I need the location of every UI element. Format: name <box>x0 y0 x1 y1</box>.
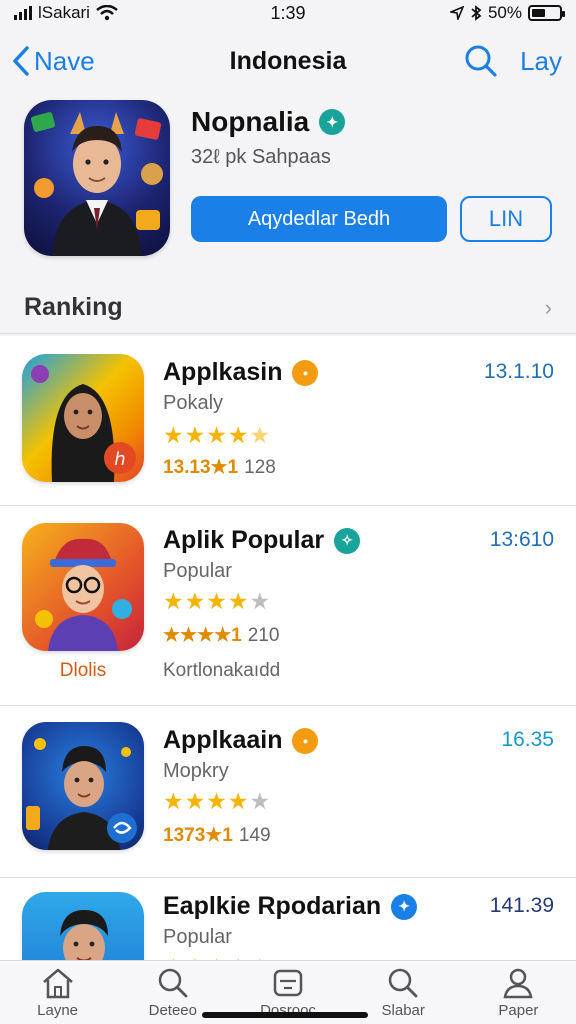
app-icon <box>22 523 144 651</box>
star-icon: ★ <box>249 588 271 614</box>
app-title: Aplik Popular <box>163 526 325 554</box>
search-icon <box>388 968 418 998</box>
bluetooth-icon <box>471 5 482 21</box>
nav-right-button[interactable]: Lay <box>520 46 562 77</box>
nav-bar: Nave Indonesia Lay <box>0 30 576 92</box>
tab-home[interactable]: Layne <box>0 961 115 1024</box>
status-bar: lSakari 1:39 50% <box>0 0 576 26</box>
star-icon: ★ <box>227 588 249 614</box>
star-icon: ★ <box>227 788 249 814</box>
app-title: Eaplkie Rpodarian <box>163 892 382 920</box>
featured-app-icon[interactable] <box>24 100 170 256</box>
star-icon: ★ <box>163 588 184 614</box>
list-item[interactable]: ℎ Applkasin • Pokaly ★ ★ ★ ★ ★ 13.13★1 128 1… <box>0 336 576 506</box>
star-icon: ★ <box>206 588 227 614</box>
app-title: Applkaain <box>163 726 283 754</box>
featured-app-name: Nopnalia ✦ <box>191 106 346 138</box>
app-name: Eaplkie Rpodarian ✦ <box>163 892 418 921</box>
rating-summary: 1373★1 149 <box>163 824 271 847</box>
star-icon: ★ <box>184 422 206 448</box>
rating-score: 1373★1 <box>163 825 233 846</box>
tab-label: Paper <box>498 1002 539 1019</box>
carrier-label: lSakari <box>38 3 90 22</box>
signal-icon <box>14 6 32 20</box>
list-item[interactable]: Dlolis Aplik Popular ✧ Popular ★ ★ ★ ★ ★ ★★★… <box>0 506 576 706</box>
star-icon: ★ <box>163 788 184 814</box>
star-rating: ★★★★★ <box>163 590 270 613</box>
app-price[interactable]: 13.1.10 <box>484 360 554 384</box>
app-title: Applkasin <box>163 358 283 386</box>
app-category: Popular <box>163 926 232 948</box>
back-button[interactable]: Nave <box>12 46 95 77</box>
tab-label: Layne <box>37 1002 79 1019</box>
rating-score: 13.13★1 <box>163 457 239 478</box>
star-icon: ★ <box>227 422 249 448</box>
badge-icon: ✧ <box>334 527 361 554</box>
app-category: Mopkry <box>163 760 229 782</box>
tab-label: Deteeo <box>148 1002 197 1019</box>
featured-app-title: Nopnalia <box>191 106 310 137</box>
star-icon: ★ <box>249 788 271 814</box>
app-price[interactable]: 16.35 <box>501 728 554 752</box>
section-title: Ranking <box>24 293 123 321</box>
location-arrow-icon <box>449 6 464 20</box>
tab-label: Slabar <box>381 1002 425 1019</box>
tab-profile[interactable]: Paper <box>461 961 576 1024</box>
app-icon: ℎ <box>22 354 144 482</box>
battery-icon <box>528 5 565 21</box>
app-developer: Kortlonakaıdd <box>163 660 281 681</box>
chevron-left-icon <box>13 46 29 76</box>
rating-score: ★★★★1 <box>163 625 242 646</box>
back-label: Nave <box>34 45 95 76</box>
get-app-button[interactable]: Aqydedlar Bedh <box>191 196 447 242</box>
star-icon: ★ <box>206 422 227 448</box>
app-name: Applkaain • <box>163 726 319 755</box>
app-list: ℎ Applkasin • Pokaly ★ ★ ★ ★ ★ 13.13★1 128 1… <box>0 336 576 960</box>
list-item[interactable]: Eaplkie Rpodarian ✦ Popular ★★★★★ 141.39 <box>0 878 576 960</box>
search-icon <box>158 968 188 998</box>
star-icon: ★ <box>184 588 206 614</box>
rating-count: 149 <box>238 825 271 846</box>
app-price[interactable]: 13:610 <box>490 528 554 552</box>
badge-icon: • <box>292 359 319 386</box>
ranking-header[interactable]: Ranking › <box>0 282 576 334</box>
app-icon <box>22 722 144 850</box>
star-rating: ★★★★★ <box>163 424 270 447</box>
badge-icon: • <box>292 727 319 754</box>
battery-percent: 50% <box>487 3 522 22</box>
person-icon <box>503 968 533 999</box>
verified-badge-icon: ✦ <box>319 109 346 135</box>
app-icon <box>22 892 144 960</box>
chevron-right-icon: › <box>544 294 552 320</box>
featured-app: Nopnalia ✦ 32ℓ pk Sahpaas Aqydedlar Bedh… <box>0 98 576 270</box>
star-icon: ★ <box>163 422 184 448</box>
icon-caption: Dlolis <box>59 660 107 681</box>
badge-icon: ✦ <box>391 893 418 920</box>
app-category: Pokaly <box>163 392 224 414</box>
app-name: Aplik Popular ✧ <box>163 526 361 555</box>
svg-text:ℎ: ℎ <box>114 449 125 470</box>
featured-app-subtitle: 32ℓ pk Sahpaas <box>191 146 331 168</box>
wifi-icon <box>96 5 118 21</box>
rating-count: 210 <box>247 625 280 646</box>
rating-summary: ★★★★1 210 <box>163 624 279 647</box>
app-category: Popular <box>163 560 232 582</box>
home-indicator[interactable] <box>202 1012 368 1018</box>
list-item[interactable]: Applkaain • Mopkry ★ ★ ★ ★ ★ 1373★1 149 16.3… <box>0 706 576 878</box>
app-price[interactable]: 141.39 <box>490 894 554 918</box>
stack-icon <box>273 969 303 997</box>
search-icon[interactable] <box>464 44 498 78</box>
secondary-button[interactable]: LIN <box>460 196 552 242</box>
rating-count: 128 <box>244 457 276 478</box>
rating-summary: 13.13★1 128 <box>163 456 276 479</box>
star-rating: ★★★★★ <box>163 790 270 813</box>
star-icon: ★ <box>249 422 271 448</box>
app-name: Applkasin • <box>163 358 319 387</box>
star-icon: ★ <box>184 788 206 814</box>
house-icon <box>42 968 73 999</box>
star-icon: ★ <box>206 788 227 814</box>
